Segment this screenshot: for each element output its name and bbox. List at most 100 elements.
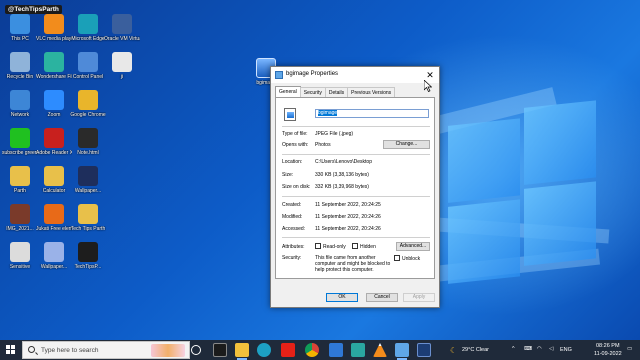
- unblock-checkbox[interactable]: [394, 255, 400, 261]
- search-icon: [28, 346, 35, 353]
- desktop-icon[interactable]: Oracle VM VirtualBox: [104, 14, 140, 42]
- desktop-icon[interactable]: Wondershare Filmora: [36, 52, 72, 80]
- vlc-icon: [44, 14, 64, 34]
- desktop-icon[interactable]: subscribe green screen: [2, 128, 38, 156]
- clock-date[interactable]: 11-09-2022: [594, 351, 622, 357]
- wallpaper-icon: [44, 242, 64, 262]
- desktop-icon[interactable]: VLC media player: [36, 14, 72, 42]
- calculator-icon: [44, 166, 64, 186]
- hidden-checkbox[interactable]: [352, 243, 358, 249]
- language-indicator[interactable]: ENG: [560, 347, 572, 353]
- opens-with-label: Opens with:: [282, 142, 309, 148]
- keyboard-icon[interactable]: ⌨: [524, 346, 532, 352]
- file-explorer-icon[interactable]: [235, 343, 249, 360]
- desktop-icon-label: Network: [10, 112, 30, 118]
- desktop-icon[interactable]: This PC: [2, 14, 38, 42]
- tab-security[interactable]: Security: [299, 87, 326, 97]
- desktop-icon[interactable]: Sensitive: [2, 242, 38, 270]
- properties-taskbar-icon[interactable]: [395, 343, 409, 360]
- mouse-cursor-icon: [424, 80, 432, 92]
- photos-icon[interactable]: [329, 343, 343, 357]
- taskbar-search-input[interactable]: Type here to search: [22, 341, 190, 359]
- folder-icon: [78, 204, 98, 224]
- notification-icon[interactable]: ▭: [627, 346, 632, 352]
- desktop-icon-label: This PC: [11, 36, 29, 42]
- desktop-icon-label: ji: [120, 74, 124, 80]
- cancel-button[interactable]: Cancel: [366, 293, 398, 302]
- file-icon: [112, 52, 132, 72]
- desktop-icon[interactable]: Tech Tips Parth: [70, 204, 106, 232]
- image-file-icon: [275, 71, 283, 79]
- desktop-icon-label: Calculator: [42, 188, 66, 194]
- desktop-icon-label: Oracle VM VirtualBox: [104, 36, 140, 42]
- desktop-icon[interactable]: Control Panel: [70, 52, 106, 80]
- vlc-taskbar-icon[interactable]: [373, 343, 387, 357]
- desktop-icon[interactable]: Jukati Free elements: [36, 204, 72, 232]
- filmora-taskbar-icon[interactable]: [351, 343, 365, 357]
- desktop-icon[interactable]: Calculator: [36, 166, 72, 194]
- dialog-tabs: General Security Details Previous Versio…: [275, 86, 396, 97]
- desktop-icon[interactable]: Network: [2, 90, 38, 118]
- search-highlight-image: [151, 344, 185, 357]
- desktop-icon[interactable]: Wallpaper...: [36, 242, 72, 270]
- desktop-icon[interactable]: Zoom: [36, 90, 72, 118]
- filename-input[interactable]: bgimage: [315, 109, 429, 118]
- divider: [282, 196, 430, 197]
- desktop[interactable]: @TechTipsParth This PC VLC media player Mi…: [0, 0, 640, 340]
- readonly-checkbox[interactable]: [315, 243, 321, 249]
- size-label: Size:: [282, 172, 294, 178]
- security-label: Security:: [282, 255, 302, 261]
- photo-icon: [10, 204, 30, 224]
- readonly-label: Read-only: [323, 244, 346, 250]
- edge-taskbar-icon[interactable]: [257, 343, 271, 357]
- youtube-icon[interactable]: [281, 343, 295, 357]
- taskbar: Type here to search ☾ 29°C Clear ^ ⌨ ◠ ◁…: [0, 340, 640, 360]
- desktop-icon[interactable]: TechTipsP...: [70, 242, 106, 270]
- ok-button[interactable]: OK: [326, 293, 358, 302]
- desktop-icon-label: subscribe green screen: [2, 150, 38, 156]
- chrome-taskbar-icon[interactable]: [305, 343, 319, 357]
- desktop-icon-label: Parth: [14, 188, 26, 194]
- location-value: C:\Users\Lenovo\Desktop: [315, 159, 372, 165]
- camera-icon[interactable]: [417, 343, 431, 357]
- desktop-icon[interactable]: Note.html: [70, 128, 106, 156]
- desktop-icon[interactable]: Wallpaper...: [70, 166, 106, 194]
- accessed-value: 11 September 2022, 20:24:26: [315, 226, 381, 232]
- desktop-icon[interactable]: Google Chrome: [70, 90, 106, 118]
- attributes-label: Attributes:: [282, 244, 305, 250]
- tray-overflow-icon[interactable]: ^: [512, 346, 515, 352]
- desktop-icon-label: VLC media player: [36, 36, 72, 42]
- tab-details[interactable]: Details: [324, 87, 349, 97]
- desktop-icon[interactable]: IMG_2021...: [2, 204, 38, 232]
- filename-text: bgimage: [318, 110, 338, 116]
- modified-label: Modified:: [282, 214, 303, 220]
- divider: [282, 126, 430, 127]
- change-button[interactable]: Change...: [383, 140, 430, 149]
- task-view-icon[interactable]: [191, 345, 201, 355]
- tab-previous-versions[interactable]: Previous Versions: [347, 87, 396, 97]
- windows-logo-wallpaper: [448, 100, 598, 284]
- desktop-icon[interactable]: Parth: [2, 166, 38, 194]
- dialog-titlebar[interactable]: bgimage Properties ✕: [271, 67, 439, 83]
- desktop-icon-label: Wallpaper...: [40, 264, 68, 270]
- apply-button[interactable]: Apply: [403, 293, 435, 302]
- weather-text[interactable]: 29°C Clear: [462, 347, 489, 353]
- system-tray: ☾ 29°C Clear ^ ⌨ ◠ ◁ ENG 08:26 PM 11-09-…: [450, 340, 640, 360]
- desktop-icon-label: Adobe Reader XI: [36, 150, 72, 156]
- video-editor-icon[interactable]: [213, 343, 227, 357]
- volume-icon[interactable]: ◁: [549, 346, 553, 352]
- type-label: Type of file:: [282, 131, 308, 137]
- modified-value: 11 September 2022, 20:24:26: [315, 214, 381, 220]
- advanced-button[interactable]: Advanced...: [396, 242, 430, 251]
- desktop-icon-label: Google Chrome: [70, 112, 106, 118]
- type-value: JPEG File (.jpeg): [315, 131, 354, 137]
- desktop-icon[interactable]: Microsoft Edge: [70, 14, 106, 42]
- desktop-icon[interactable]: Adobe Reader XI: [36, 128, 72, 156]
- wifi-icon[interactable]: ◠: [537, 346, 542, 352]
- desktop-icon[interactable]: Recycle Bin: [2, 52, 38, 80]
- tab-general[interactable]: General: [275, 86, 301, 97]
- clock-time[interactable]: 08:26 PM: [596, 343, 620, 349]
- weather-icon[interactable]: ☾: [450, 346, 457, 355]
- desktop-icon[interactable]: ji: [104, 52, 140, 80]
- start-button[interactable]: [6, 345, 16, 355]
